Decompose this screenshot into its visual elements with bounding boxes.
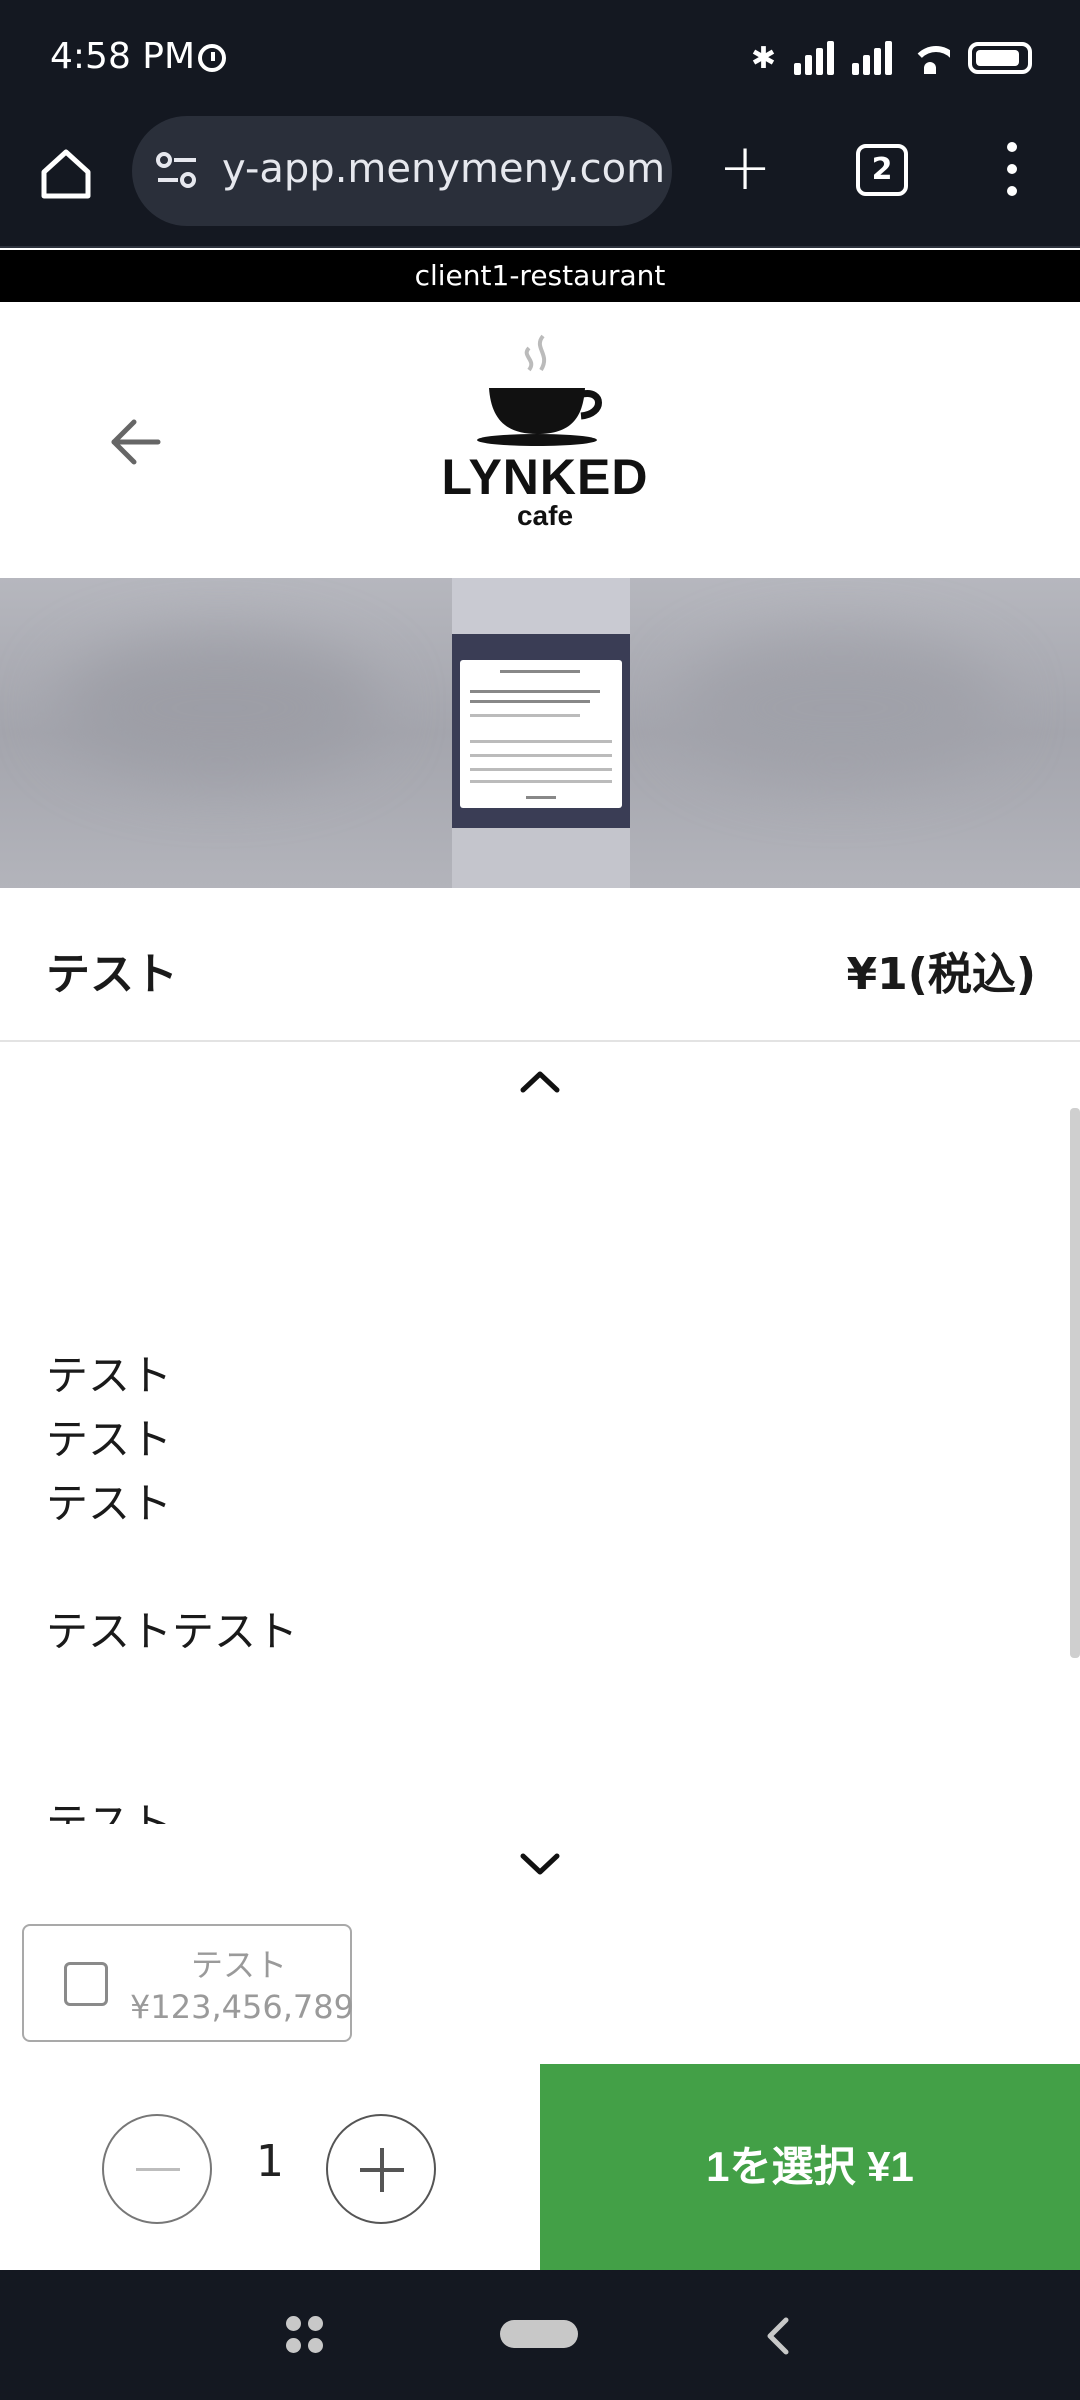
increase-quantity-button[interactable] xyxy=(326,2114,436,2224)
coffee-cup-icon xyxy=(477,334,602,446)
description-line: テスト xyxy=(46,1415,173,1464)
select-button[interactable]: 1を選択 ¥1 xyxy=(540,2064,1080,2270)
product-description[interactable]: テスト テスト テスト テストテスト テスト xyxy=(0,1044,1080,1900)
back-arrow-icon[interactable] xyxy=(96,402,176,482)
description-line: テスト xyxy=(46,1479,173,1528)
description-line: テストテスト xyxy=(46,1607,299,1656)
system-nav-bar xyxy=(0,2270,1080,2400)
description-line xyxy=(46,1728,298,1792)
chevron-up-icon[interactable] xyxy=(515,1060,565,1100)
product-title-row: テスト ¥1(税込) xyxy=(0,888,1080,1042)
product-price: ¥1(税込) xyxy=(846,949,1036,1000)
url-bar[interactable]: y-app.menymeny.com xyxy=(132,116,672,226)
tab-count-button[interactable]: 2 xyxy=(856,144,908,196)
back-icon[interactable] xyxy=(758,2314,798,2358)
plus-icon[interactable]: + xyxy=(715,136,775,200)
site-settings-icon[interactable] xyxy=(154,150,200,190)
status-icons: ✱ xyxy=(751,38,1032,78)
description-line xyxy=(46,1664,298,1728)
logo-text: LYNKED xyxy=(441,449,649,505)
description-line xyxy=(46,1536,298,1600)
home-gesture-icon[interactable] xyxy=(500,2320,578,2348)
chevron-down-icon[interactable] xyxy=(515,1844,565,1884)
product-image xyxy=(0,578,1080,888)
signal-icon xyxy=(852,41,892,75)
status-time: 4:58 PM xyxy=(50,36,196,77)
product-name: テスト xyxy=(46,949,178,1000)
url-text[interactable]: y-app.menymeny.com xyxy=(222,146,665,192)
recent-apps-icon[interactable] xyxy=(286,2316,324,2354)
logo-subtext: cafe xyxy=(516,500,574,531)
decrease-quantity-button[interactable] xyxy=(102,2114,212,2224)
status-bar: 4:58 PM ✱ xyxy=(0,0,1080,112)
scrollbar[interactable] xyxy=(1070,1108,1080,1658)
signal-icon xyxy=(794,41,834,75)
app-header: LYNKED cafe xyxy=(0,302,1080,578)
wifi-icon xyxy=(910,42,950,74)
browser-toolbar: y-app.menymeny.com + 2 xyxy=(0,112,1080,248)
quantity-value: 1 xyxy=(256,2136,284,2187)
quantity-stepper: 1 xyxy=(0,2064,540,2270)
home-icon[interactable] xyxy=(34,142,98,206)
bluetooth-icon: ✱ xyxy=(750,40,776,76)
option-checkbox[interactable] xyxy=(64,1962,108,2006)
logo: LYNKED cafe xyxy=(425,330,665,531)
battery-icon xyxy=(968,42,1032,74)
restaurant-label: client1-restaurant xyxy=(0,250,1080,302)
more-vert-icon[interactable] xyxy=(1000,142,1024,202)
product-photo xyxy=(452,578,630,888)
option-name: テスト xyxy=(190,1946,287,1984)
alarm-icon xyxy=(198,44,226,72)
description-text: テスト テスト テスト テストテスト テスト xyxy=(46,1344,298,1856)
description-line: テスト xyxy=(46,1351,173,1400)
option-price: ¥123,456,789 xyxy=(130,1988,354,2026)
option-item[interactable]: テスト ¥123,456,789 xyxy=(22,1924,354,2042)
